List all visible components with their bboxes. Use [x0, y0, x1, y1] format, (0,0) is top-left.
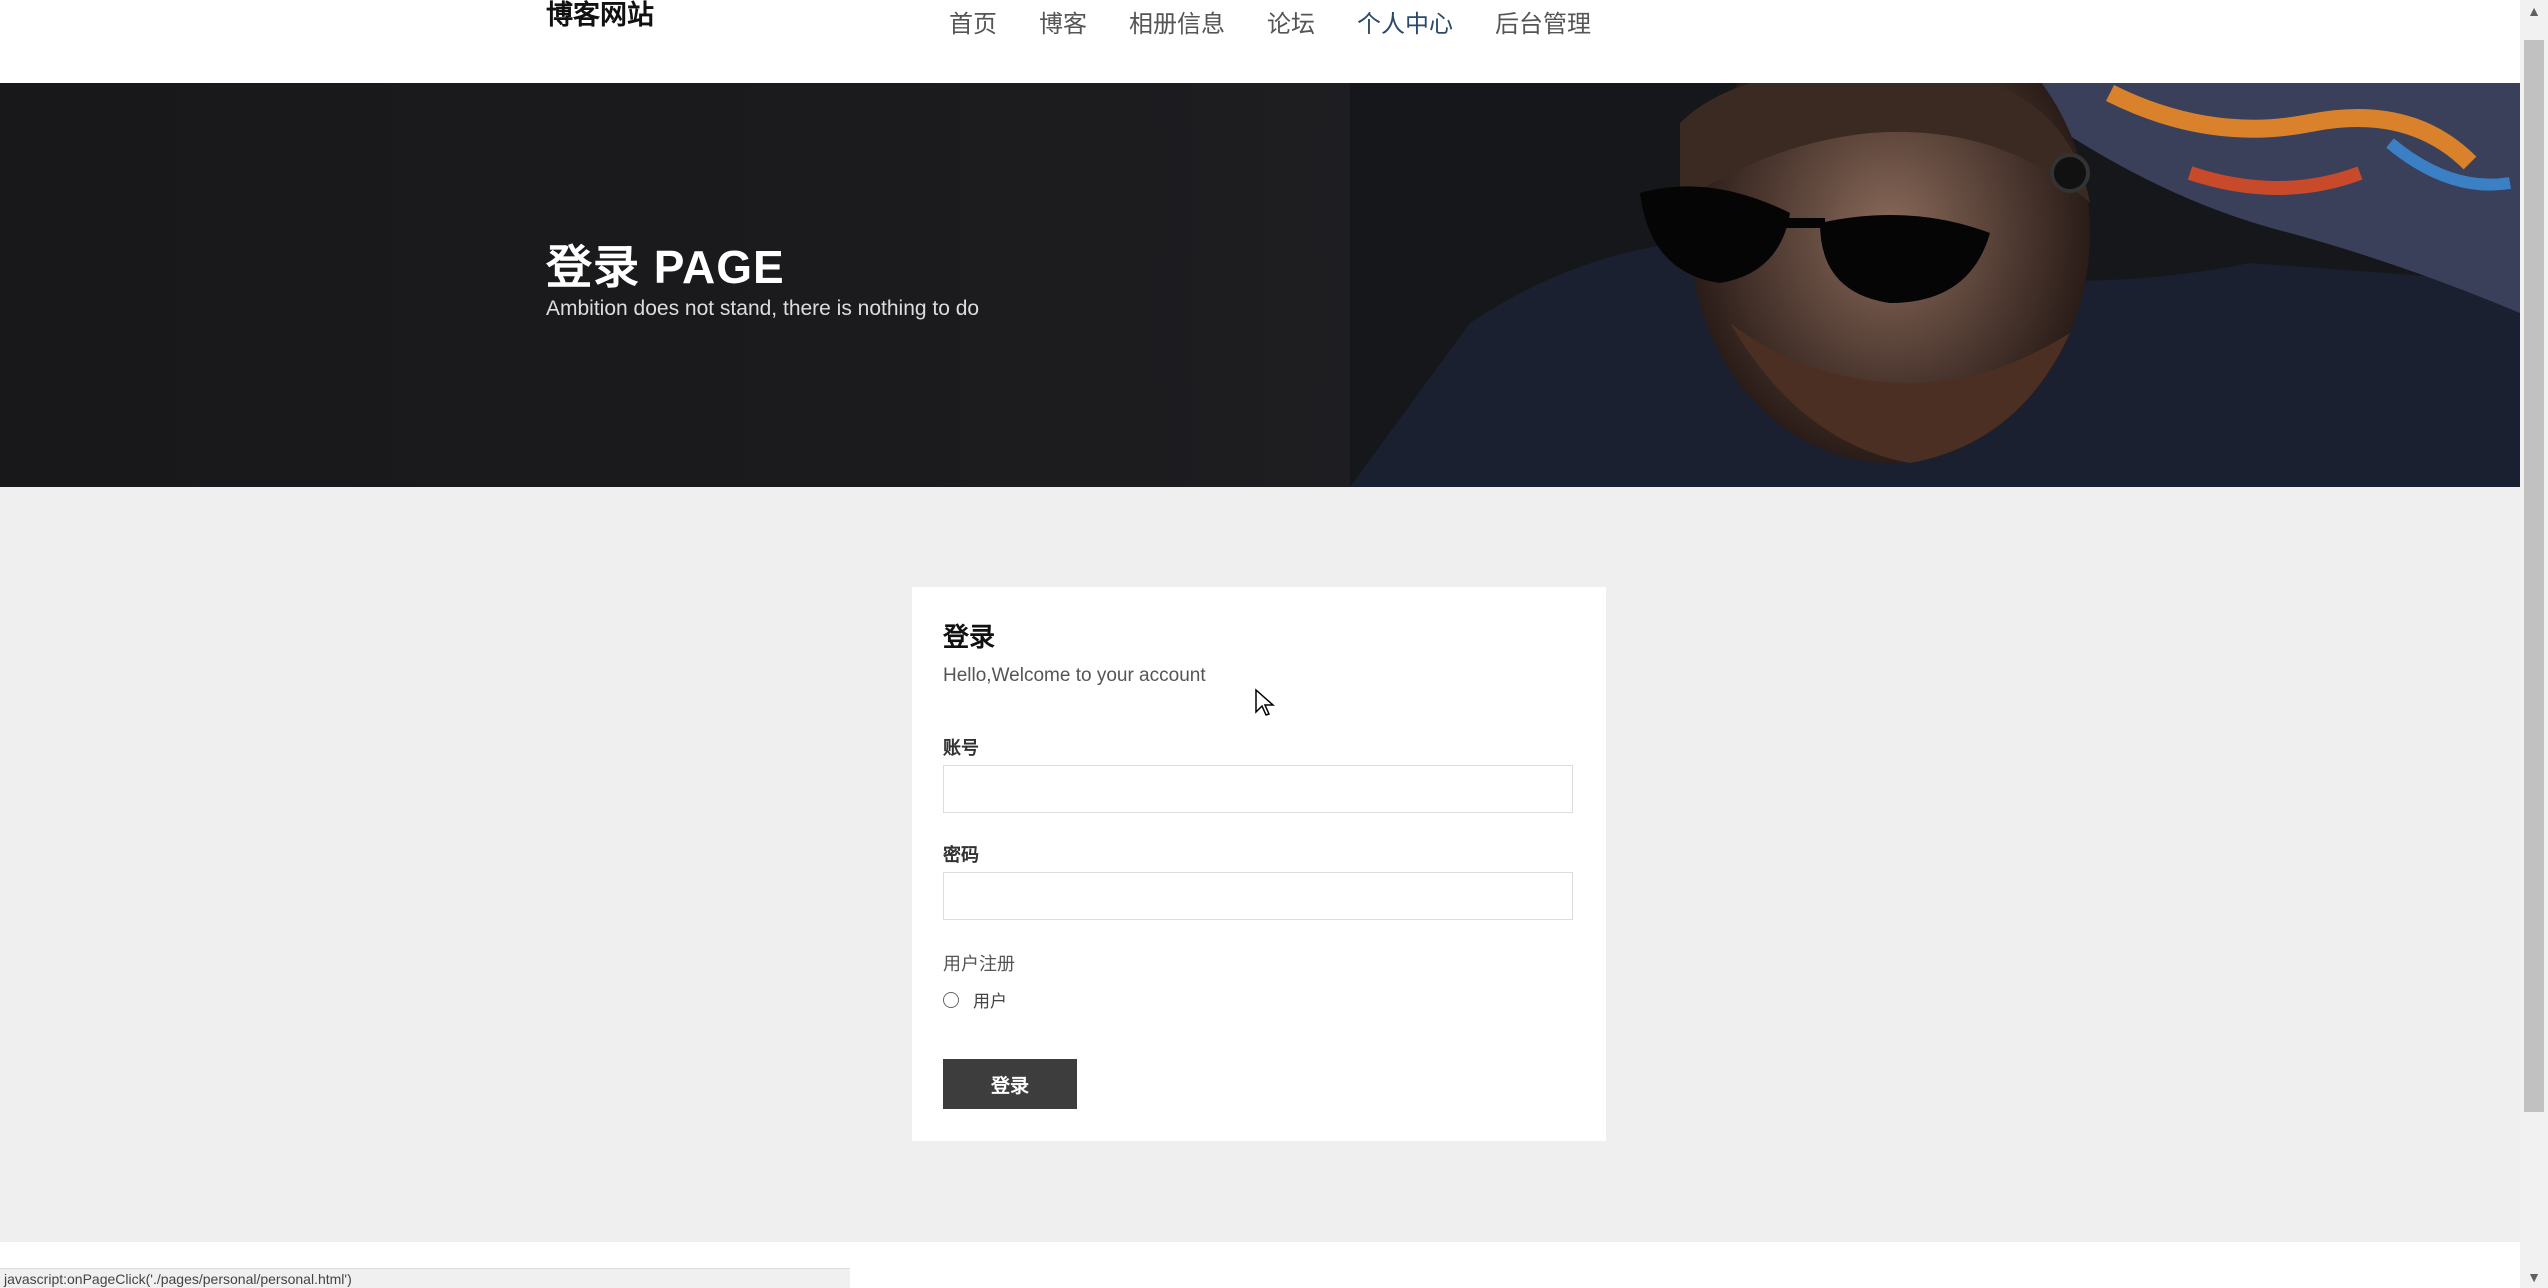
register-label[interactable]: 用户注册	[943, 950, 1015, 976]
password-input[interactable]	[943, 872, 1573, 920]
site-logo[interactable]: 博客网站	[546, 0, 654, 30]
nav-personal-center[interactable]: 个人中心	[1357, 8, 1453, 42]
hero-title: 登录 PAGE	[546, 241, 785, 293]
nav-blog[interactable]: 博客	[1039, 8, 1087, 42]
login-title: 登录	[943, 622, 996, 652]
top-header: 博客网站 首页 博客 相册信息 论坛 个人中心 后台管理	[0, 0, 2520, 83]
scroll-thumb[interactable]	[2524, 40, 2544, 1112]
password-label: 密码	[943, 845, 979, 865]
role-option-user[interactable]: 用户	[943, 987, 1007, 1012]
nav-album[interactable]: 相册信息	[1129, 8, 1225, 42]
vertical-scrollbar[interactable]: ▲ ▼	[2520, 0, 2548, 1288]
scroll-down-icon[interactable]: ▼	[2520, 1266, 2548, 1288]
scroll-up-icon[interactable]: ▲	[2520, 0, 2548, 22]
main-nav: 首页 博客 相册信息 论坛 个人中心 后台管理	[949, 8, 1633, 42]
login-card: 登录 Hello,Welcome to your account 账号 密码 用…	[912, 587, 1606, 1141]
nav-admin[interactable]: 后台管理	[1495, 8, 1591, 42]
main-content: 登录 Hello,Welcome to your account 账号 密码 用…	[0, 487, 2520, 1242]
user-radio-label: 用户	[973, 992, 1007, 1011]
mouse-cursor-icon	[1255, 688, 1275, 716]
status-bar-url: javascript:onPageClick('./pages/personal…	[0, 1268, 850, 1288]
account-label: 账号	[943, 738, 979, 758]
nav-forum[interactable]: 论坛	[1267, 8, 1315, 42]
login-button[interactable]: 登录	[943, 1059, 1077, 1109]
user-radio[interactable]	[943, 991, 959, 1008]
login-subtitle: Hello,Welcome to your account	[943, 665, 1206, 686]
account-input[interactable]	[943, 765, 1573, 813]
nav-home[interactable]: 首页	[949, 8, 997, 42]
hero-banner: 登录 PAGE Ambition does not stand, there i…	[0, 83, 2520, 487]
hero-subtitle: Ambition does not stand, there is nothin…	[546, 297, 980, 320]
hero-photo	[1350, 83, 2520, 487]
